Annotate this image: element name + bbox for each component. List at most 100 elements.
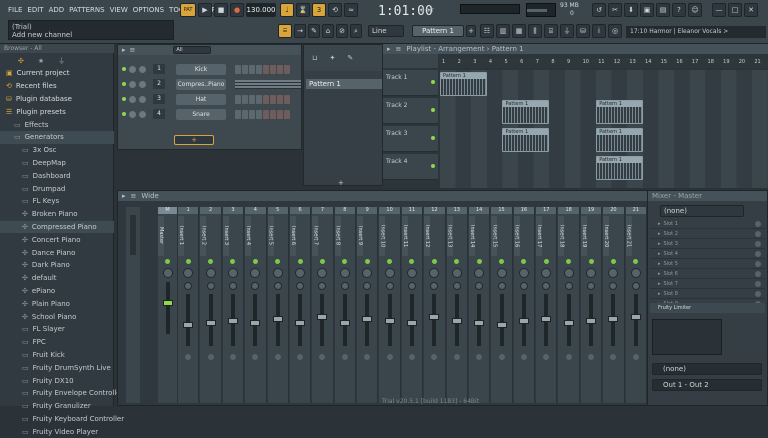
stop-button[interactable]: ■ [214,3,228,17]
insert-strip[interactable]: 3 Insert 3 [222,207,245,403]
insert-pan-knob[interactable] [541,268,552,278]
insert-stereo-knob[interactable] [340,282,349,290]
slot-knob[interactable] [755,230,761,237]
insert-stereo-knob[interactable] [609,282,618,290]
insert-strip[interactable]: 18 Insert 18 [558,207,580,403]
fx-slot[interactable]: ▸ Slot 8 [650,289,765,299]
insert-pan-knob[interactable] [496,268,507,278]
insert-fader[interactable] [474,294,485,346]
insert-fader[interactable] [384,294,395,346]
insert-route-knob[interactable] [632,354,639,360]
insert-pan-knob[interactable] [183,268,194,278]
step-button[interactable] [256,64,262,74]
insert-stereo-knob[interactable] [385,282,394,290]
track-led[interactable] [431,136,435,140]
help-button[interactable]: ? [672,3,686,17]
tool-pencil[interactable]: ✎ [308,24,320,38]
insert-stereo-knob[interactable] [296,282,305,290]
slot-knob[interactable] [755,280,761,287]
slot-knob[interactable] [755,260,761,267]
channel-name-button[interactable]: Snare [176,108,226,120]
insert-pan-knob[interactable] [451,268,462,278]
channel-led[interactable] [122,97,126,101]
insert-route-knob[interactable] [364,354,371,360]
browser-item[interactable]: ▭ Fruity Video Player [0,425,114,438]
insert-route-knob[interactable] [408,354,415,360]
browser-button[interactable]: ⌸ [544,24,558,38]
insert-strip[interactable]: 14 Insert 14 [468,207,491,403]
insert-fader[interactable] [563,294,574,346]
browser-item[interactable]: ✣ Broken Piano [0,208,114,221]
insert-fader-cap[interactable] [518,318,529,324]
insert-fader[interactable] [608,294,619,346]
insert-route-knob[interactable] [520,354,527,360]
browser-item[interactable]: ✣ School Piano [0,310,114,323]
insert-route-knob[interactable] [207,354,214,360]
insert-led[interactable] [409,259,415,264]
insert-fader-cap[interactable] [227,318,238,324]
insert-pan-knob[interactable] [518,268,529,278]
insert-pan-knob[interactable] [227,268,238,278]
insert-route-knob[interactable] [319,354,326,360]
fx-slot[interactable]: ▸ Slot 4 [650,249,765,259]
insert-fader[interactable] [183,294,194,346]
browser-item[interactable]: ▭ 3x Osc [0,144,114,157]
insert-fader-cap[interactable] [205,320,216,326]
news-ticker[interactable]: 17:10 Harmor | Eleanor Vocals > [626,26,766,38]
insert-strip[interactable]: 11 Insert 11 [401,207,424,403]
insert-led[interactable] [230,259,236,264]
insert-led[interactable] [476,259,482,264]
insert-pan-knob[interactable] [608,268,619,278]
insert-stereo-knob[interactable] [475,282,484,290]
track-header[interactable]: Track 3 [383,126,438,152]
insert-fader[interactable] [362,294,373,346]
wait-button[interactable]: ⌛ [296,3,310,17]
insert-fader-cap[interactable] [541,316,552,322]
insert-pan-knob[interactable] [429,268,440,278]
render-button[interactable]: ⬇ [624,3,638,17]
insert-led[interactable] [633,259,639,264]
insert-stereo-knob[interactable] [564,282,573,290]
fx-slot[interactable]: ▸ Slot 1 [650,219,765,229]
insert-fader-cap[interactable] [339,320,350,326]
menu-patterns[interactable]: PATTERNS [69,6,104,16]
insert-stereo-knob[interactable] [184,282,193,290]
piano-roll-button[interactable]: ▥ [496,24,510,38]
song-time-display[interactable]: 1:01:00 [378,2,433,22]
insert-fader-cap[interactable] [183,322,194,328]
insert-pan-knob[interactable] [563,268,574,278]
insert-led[interactable] [521,259,527,264]
menu-options[interactable]: OPTIONS [133,6,164,16]
insert-fader-cap[interactable] [295,320,306,326]
insert-strip[interactable]: 8 Insert 8 [334,207,357,403]
channel-number[interactable]: 3 [153,94,165,104]
insert-route-knob[interactable] [274,354,281,360]
insert-fader[interactable] [317,294,328,346]
browser-item[interactable]: ✣ Concert Piano [0,233,114,246]
playlist-window-button[interactable]: ☷ [480,24,494,38]
browser-item[interactable]: ▭ Fruity Keyboard Controller [0,413,124,426]
countdown-button[interactable]: 3 [312,3,326,17]
add-channel-button[interactable]: + [174,135,214,145]
insert-strip[interactable]: 21 Insert 21 [625,207,647,403]
menu-edit[interactable]: EDIT [27,6,43,16]
step-button[interactable] [256,94,262,104]
insert-stereo-knob[interactable] [206,282,215,290]
playlist-grid[interactable]: Pattern 1 Pattern 1 Pattern 1 Pattern 1 Patt… [440,70,768,188]
chat-button[interactable]: ☺ [688,3,702,17]
insert-fader-cap[interactable] [496,322,507,328]
insert-stereo-knob[interactable] [587,282,596,290]
channel-number[interactable]: 4 [153,109,165,119]
insert-stereo-knob[interactable] [251,282,260,290]
rack-arrow-icon[interactable]: ▸ [122,46,126,54]
insert-route-knob[interactable] [453,354,460,360]
insert-route-knob[interactable] [386,354,393,360]
insert-fader[interactable] [272,294,283,346]
insert-strip[interactable]: 17 Insert 17 [536,207,558,403]
step-button[interactable] [270,109,276,119]
insert-pan-knob[interactable] [295,268,306,278]
browser-item[interactable]: ▭ Fruit Kick [0,349,114,362]
insert-strip[interactable]: 1 Insert 1 [178,207,200,403]
window-close[interactable]: ✕ [744,3,758,17]
insert-fader[interactable] [429,294,440,346]
